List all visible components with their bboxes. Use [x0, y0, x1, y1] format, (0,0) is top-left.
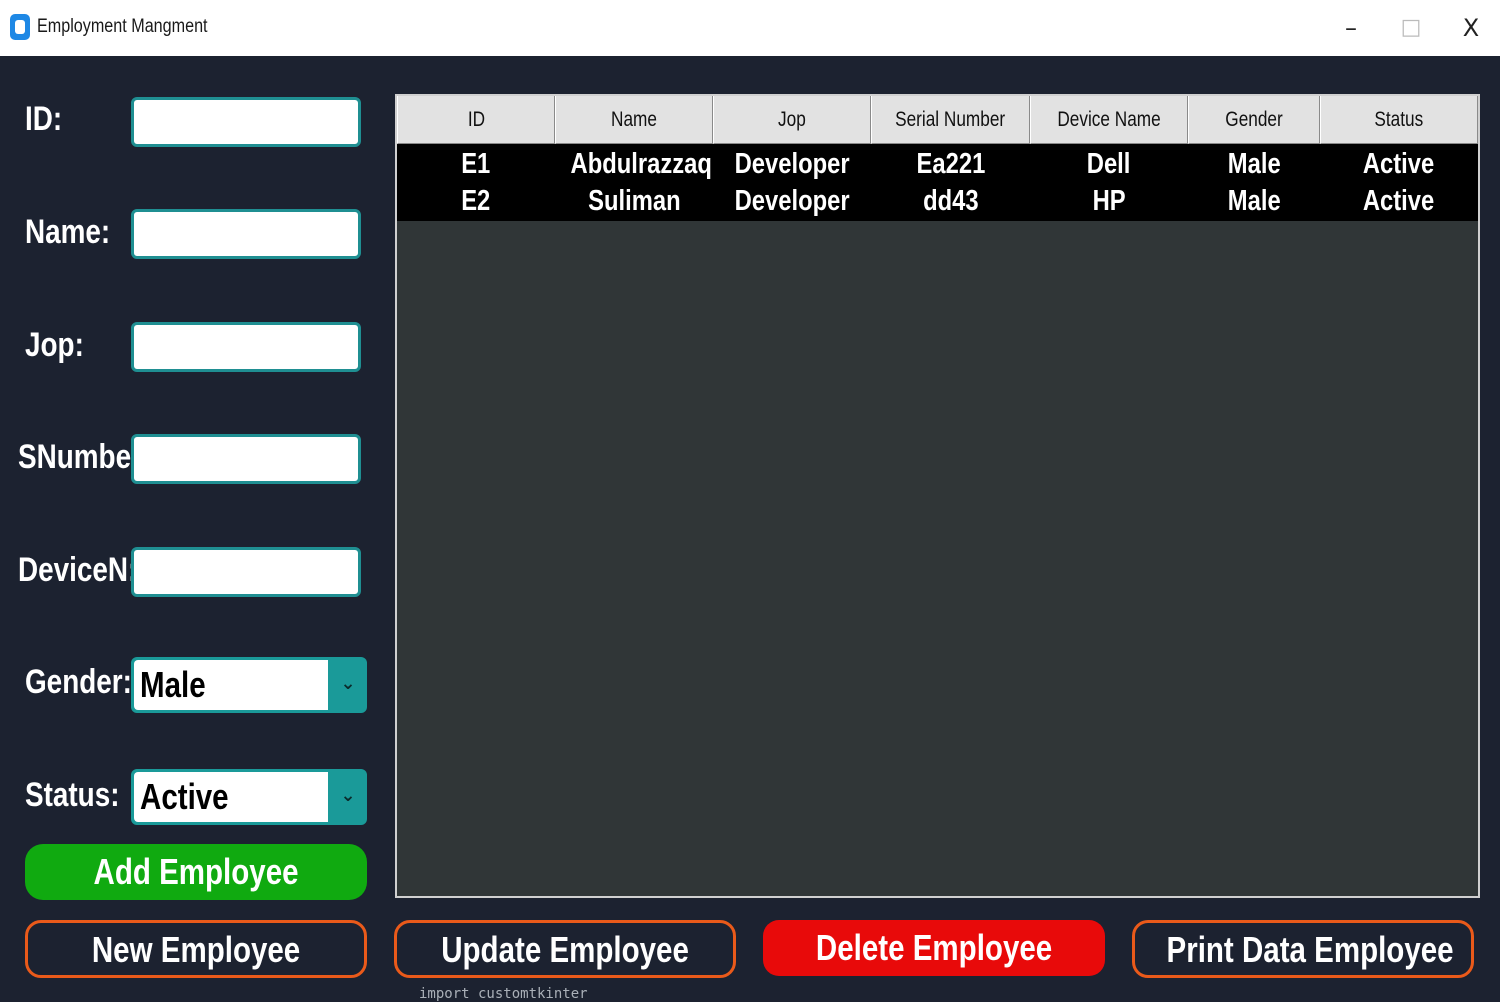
column-header-gender[interactable]: Gender: [1188, 96, 1320, 144]
table-cell: Suliman: [587, 185, 681, 217]
job-label: Jop:: [25, 326, 84, 364]
table-cell: Dell: [1087, 148, 1131, 180]
name-label: Name:: [25, 213, 111, 251]
gender-dropdown-value: Male: [134, 660, 328, 710]
column-header-device-name[interactable]: Device Name: [1030, 96, 1188, 144]
table-header: ID Name Jop Serial Number Device Name Ge…: [397, 96, 1478, 144]
window-title: Employment Mangment: [37, 16, 208, 37]
table-cell: Active: [1363, 185, 1435, 217]
app-icon: [10, 14, 30, 40]
id-label: ID:: [25, 100, 63, 138]
table-cell: E2: [461, 185, 491, 217]
id-input[interactable]: [131, 97, 361, 147]
add-employee-button[interactable]: Add Employee: [25, 844, 367, 900]
table-body: E1 Abdulrazzaq Developer Ea221 Dell Male…: [397, 144, 1478, 221]
table-cell: E1: [461, 148, 491, 180]
table-cell: Abdulrazzaq: [570, 148, 712, 180]
employee-table[interactable]: ID Name Jop Serial Number Device Name Ge…: [395, 94, 1480, 898]
status-dropdown[interactable]: Active ⌄: [131, 769, 367, 825]
gender-label: Gender:: [25, 663, 132, 701]
main-window: ID: Name: Jop: SNumber DeviceN: Gender: …: [0, 56, 1500, 1002]
title-bar: Employment Mangment – □ X: [0, 0, 1500, 56]
print-data-employee-button[interactable]: Print Data Employee: [1132, 920, 1474, 978]
column-header-serial-number[interactable]: Serial Number: [871, 96, 1030, 144]
chevron-down-icon[interactable]: ⌄: [329, 657, 367, 713]
chevron-down-icon[interactable]: ⌄: [329, 769, 367, 825]
table-cell: dd43: [922, 185, 979, 217]
table-cell: Ea221: [916, 148, 985, 180]
table-row[interactable]: E1 Abdulrazzaq Developer Ea221 Dell Male…: [397, 144, 1478, 183]
table-cell: Developer: [734, 148, 850, 180]
close-button[interactable]: X: [1446, 8, 1496, 48]
table-cell: Male: [1227, 148, 1281, 180]
update-employee-button[interactable]: Update Employee: [394, 920, 736, 978]
serial-number-label: SNumber: [18, 438, 142, 476]
column-header-name[interactable]: Name: [555, 96, 713, 144]
table-cell: Developer: [734, 185, 850, 217]
new-employee-button[interactable]: New Employee: [25, 920, 367, 978]
delete-employee-button[interactable]: Delete Employee: [763, 920, 1105, 976]
device-name-label: DeviceN:: [18, 551, 138, 589]
status-label: Status:: [25, 776, 120, 814]
name-input[interactable]: [131, 209, 361, 259]
column-header-status[interactable]: Status: [1320, 96, 1478, 144]
table-cell: Active: [1363, 148, 1435, 180]
status-dropdown-value: Active: [134, 772, 328, 822]
job-input[interactable]: [131, 322, 361, 372]
table-cell: HP: [1092, 185, 1126, 217]
minimize-button[interactable]: –: [1326, 8, 1376, 48]
serial-number-input[interactable]: [131, 434, 361, 484]
column-header-job[interactable]: Jop: [713, 96, 871, 144]
table-cell: Male: [1227, 185, 1281, 217]
maximize-button[interactable]: □: [1386, 8, 1436, 48]
device-name-input[interactable]: [131, 547, 361, 597]
gender-dropdown[interactable]: Male ⌄: [131, 657, 367, 713]
column-header-id[interactable]: ID: [397, 96, 555, 144]
table-row[interactable]: E2 Suliman Developer dd43 HP Male Active: [397, 183, 1478, 221]
